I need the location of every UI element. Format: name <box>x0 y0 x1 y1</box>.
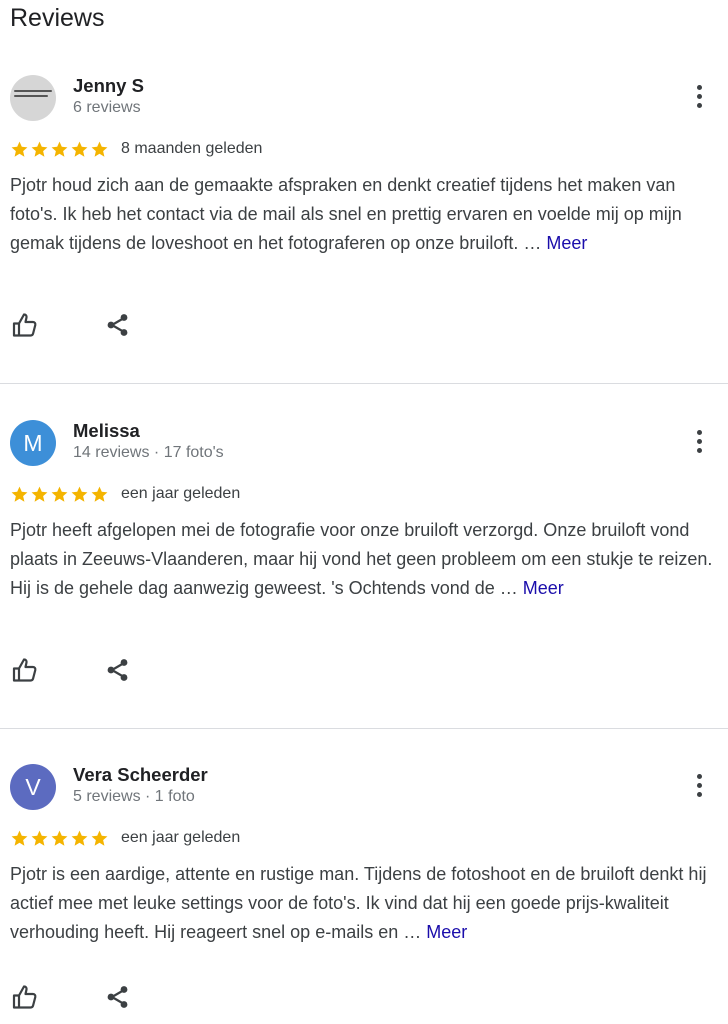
like-button[interactable] <box>10 655 40 685</box>
avatar-photo <box>14 90 54 100</box>
star-icon <box>11 830 28 846</box>
star-icon <box>71 830 88 846</box>
star-icon <box>31 830 48 846</box>
review-text: Pjotr houd zich aan de gemaakte afsprake… <box>10 171 725 258</box>
star-icon <box>31 486 48 502</box>
share-button[interactable] <box>103 982 133 1012</box>
star-icon <box>91 141 108 157</box>
avatar[interactable] <box>10 75 56 121</box>
share-button[interactable] <box>103 655 133 685</box>
star-rating <box>10 829 109 848</box>
rating-row: een jaar geleden <box>10 483 240 505</box>
share-icon <box>107 314 128 336</box>
share-icon <box>107 659 128 681</box>
star-icon <box>51 141 68 157</box>
more-options-button[interactable] <box>690 772 710 802</box>
like-button[interactable] <box>10 982 40 1012</box>
thumb-up-icon <box>12 313 37 337</box>
star-icon <box>71 141 88 157</box>
review-text-content: Pjotr heeft afgelopen mei de fotografie … <box>10 520 713 598</box>
rating-row: een jaar geleden <box>10 827 240 849</box>
star-icon <box>11 486 28 502</box>
more-link[interactable]: Meer <box>523 578 564 598</box>
avatar-initial: M <box>23 429 43 456</box>
star-rating <box>10 485 109 504</box>
like-button[interactable] <box>10 310 40 340</box>
divider <box>0 383 728 384</box>
more-options-button[interactable] <box>690 83 710 113</box>
review-date: 8 maanden geleden <box>121 140 263 157</box>
avatar[interactable]: V <box>10 764 56 810</box>
thumb-up-icon <box>12 985 37 1009</box>
share-button[interactable] <box>103 310 133 340</box>
share-icon <box>107 986 128 1008</box>
reviewer-meta: 5 reviews · 1 foto <box>73 788 195 805</box>
review-text: Pjotr heeft afgelopen mei de fotografie … <box>10 516 725 603</box>
page-title: Reviews <box>10 4 105 32</box>
review-date: een jaar geleden <box>121 485 241 502</box>
rating-row: 8 maanden geleden <box>10 138 262 160</box>
reviewer-name[interactable]: Vera Scheerder <box>73 764 208 786</box>
star-icon <box>31 141 48 157</box>
star-icon <box>51 830 68 846</box>
thumb-up-icon <box>12 658 37 682</box>
more-link[interactable]: Meer <box>426 922 467 942</box>
review-text: Pjotr is een aardige, attente en rustige… <box>10 860 725 947</box>
more-options-button[interactable] <box>690 428 710 458</box>
avatar-initial: V <box>25 773 41 800</box>
star-icon <box>11 141 28 157</box>
star-icon <box>91 830 108 846</box>
reviewer-meta: 14 reviews · 17 foto's <box>73 444 224 461</box>
reviewer-meta: 6 reviews <box>73 99 141 116</box>
review-date: een jaar geleden <box>121 829 241 846</box>
avatar[interactable]: M <box>10 420 56 466</box>
review-text-content: Pjotr is een aardige, attente en rustige… <box>10 864 707 942</box>
reviewer-name[interactable]: Melissa <box>73 420 140 442</box>
more-vert-icon <box>697 774 702 779</box>
star-icon <box>71 486 88 502</box>
more-vert-icon <box>697 430 702 435</box>
more-link[interactable]: Meer <box>546 233 587 253</box>
reviewer-name[interactable]: Jenny S <box>73 75 144 97</box>
star-rating <box>10 140 109 159</box>
star-icon <box>91 486 108 502</box>
divider <box>0 728 728 729</box>
more-vert-icon <box>697 85 702 90</box>
star-icon <box>51 486 68 502</box>
